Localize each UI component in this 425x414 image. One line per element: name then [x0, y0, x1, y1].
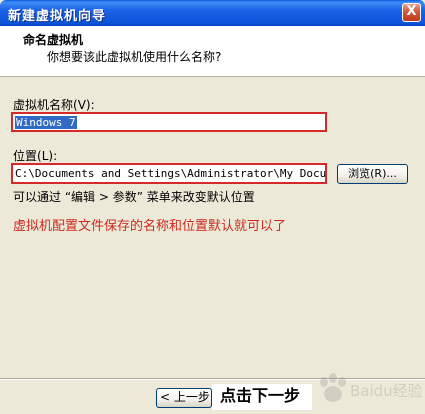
vm-name-label-text: 虚拟机名称 [13, 98, 74, 112]
location-label-text: 位置 [13, 149, 38, 163]
title-bar: 新建虚拟机向导 X [0, 0, 425, 26]
close-button[interactable]: X [402, 3, 421, 22]
location-input[interactable]: C:\Documents and Settings\Administrator\… [11, 163, 327, 184]
back-label: < 上一步 [160, 390, 210, 404]
next-step-annotation: 点击下一步 [212, 384, 312, 410]
location-hint: 可以通过 “编辑 > 参数” 菜单来改变默认位置 [13, 190, 255, 204]
window-title: 新建虚拟机向导 [8, 9, 107, 24]
vm-name-accesskey: (V): [73, 98, 95, 112]
vm-name-input[interactable]: Windows 7 [11, 112, 327, 132]
location-value: C:\Documents and Settings\Administrator\… [15, 167, 327, 180]
page-subtitle: 你想要该此虚拟机使用什么名称? [47, 50, 222, 64]
browse-button[interactable]: 浏览(R)... [337, 164, 408, 184]
location-label: 位置(L): [13, 147, 57, 164]
page-title: 命名虚拟机 [23, 33, 84, 47]
browse-label: 浏览(R)... [348, 167, 397, 180]
baidu-watermark: Baidu经验 [320, 373, 422, 402]
wizard-header: 命名虚拟机 你想要该此虚拟机使用什么名称? [0, 26, 425, 77]
watermark-text: Baidu经验 [350, 382, 422, 400]
location-accesskey: (L): [37, 149, 58, 163]
close-icon: X [406, 4, 417, 19]
config-note-annotation: 虚拟机配置文件保存的名称和位置默认就可以了 [13, 219, 287, 234]
back-button[interactable]: < 上一步 [156, 388, 212, 408]
wizard-window: 新建虚拟机向导 X 命名虚拟机 你想要该此虚拟机使用什么名称? 虚拟机名称(V)… [0, 0, 425, 414]
vm-name-value: Windows 7 [15, 116, 77, 129]
vm-name-label: 虚拟机名称(V): [13, 96, 95, 113]
wizard-content: 虚拟机名称(V): Windows 7 位置(L): C:\Documents … [0, 77, 425, 377]
